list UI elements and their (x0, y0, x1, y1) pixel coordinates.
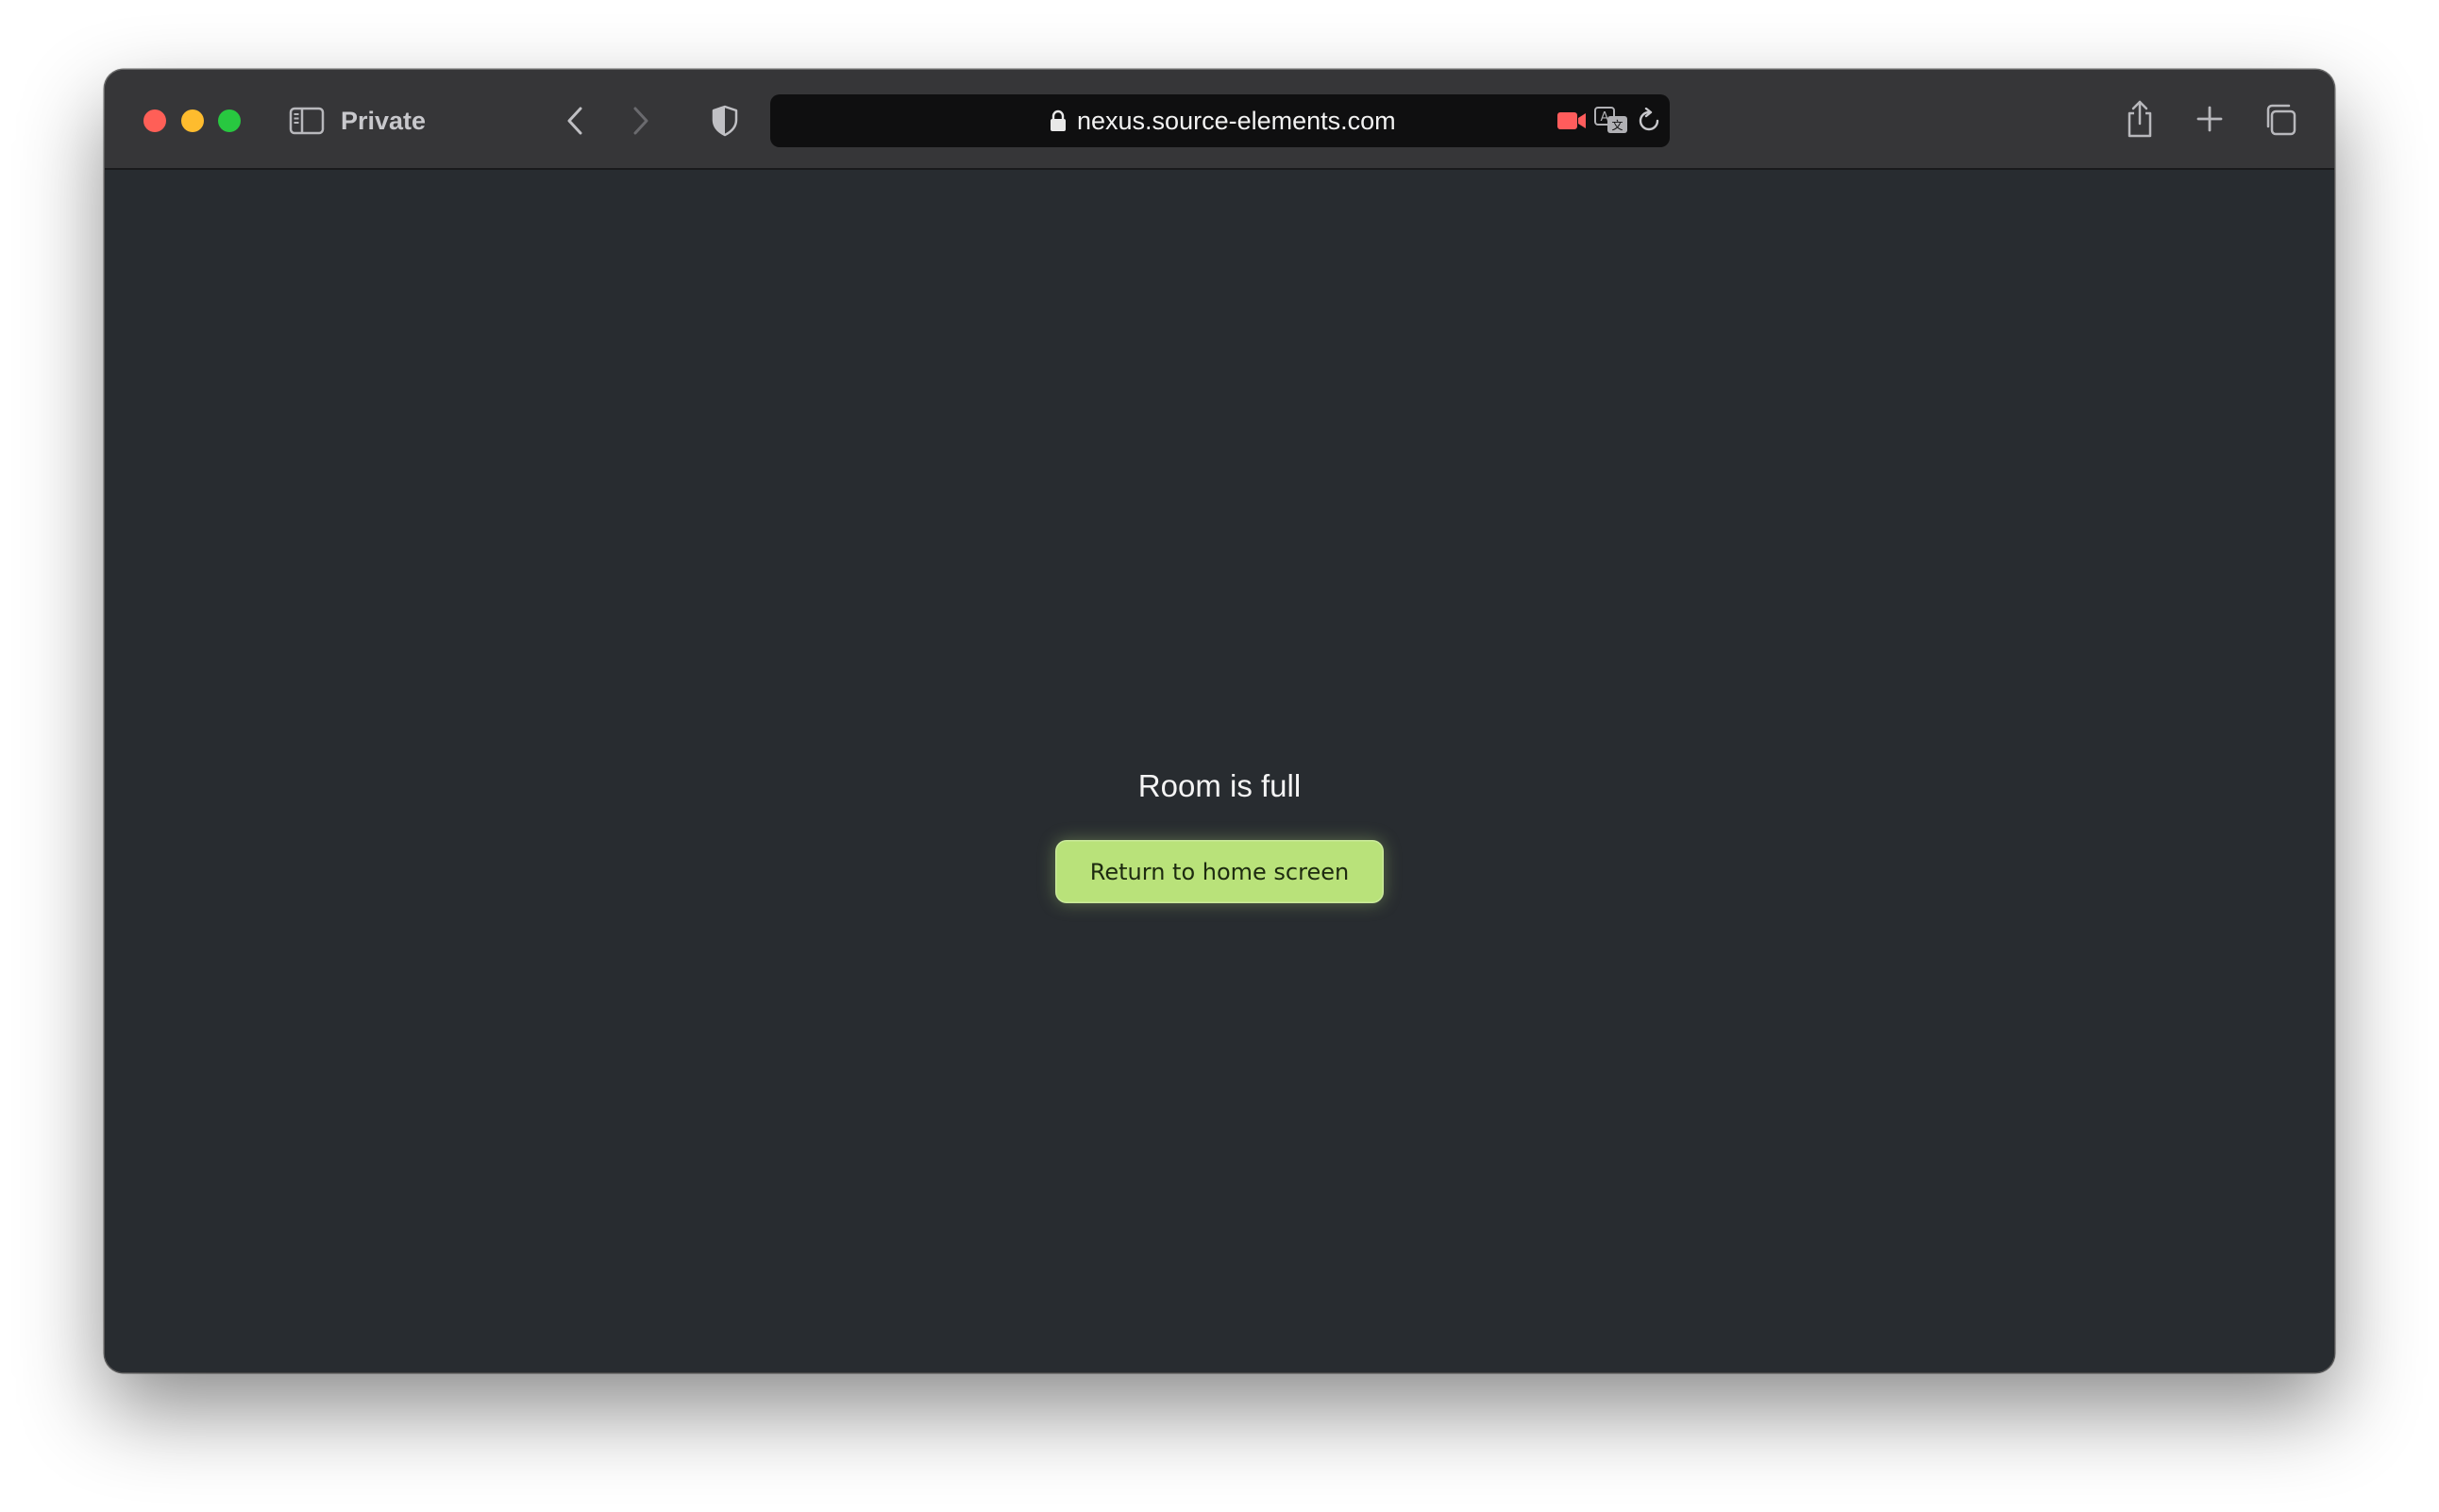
new-tab-icon[interactable] (2191, 100, 2229, 138)
forward-button[interactable] (622, 102, 660, 140)
chevron-right-icon (633, 107, 648, 135)
chevron-left-icon (567, 107, 582, 135)
share-icon[interactable] (2121, 96, 2159, 142)
browser-toolbar: Private nexus.source-elements.com A 文 (105, 70, 2334, 170)
browser-window: Private nexus.source-elements.com A 文 Ro… (105, 70, 2334, 1372)
back-button[interactable] (556, 102, 594, 140)
svg-text:文: 文 (1611, 118, 1623, 132)
reload-icon[interactable] (1636, 108, 1662, 134)
url-text: nexus.source-elements.com (1077, 107, 1396, 135)
camera-in-use-icon[interactable] (1556, 108, 1588, 134)
page-content: Room is full Return to home screen (105, 170, 2334, 1372)
minimize-window-button[interactable] (181, 109, 204, 132)
tab-overview-icon[interactable] (2261, 100, 2300, 140)
privacy-shield-icon[interactable] (706, 102, 744, 140)
sidebar-icon[interactable] (288, 102, 326, 140)
lock-icon (1051, 109, 1066, 131)
private-mode-label: Private (341, 107, 427, 135)
address-bar[interactable]: nexus.source-elements.com A 文 (770, 94, 1670, 147)
close-window-button[interactable] (143, 109, 166, 132)
return-home-button[interactable]: Return to home screen (1055, 840, 1384, 903)
translate-icon[interactable]: A 文 (1593, 106, 1629, 136)
maximize-window-button[interactable] (218, 109, 241, 132)
room-full-message: Room is full (1137, 768, 1302, 803)
